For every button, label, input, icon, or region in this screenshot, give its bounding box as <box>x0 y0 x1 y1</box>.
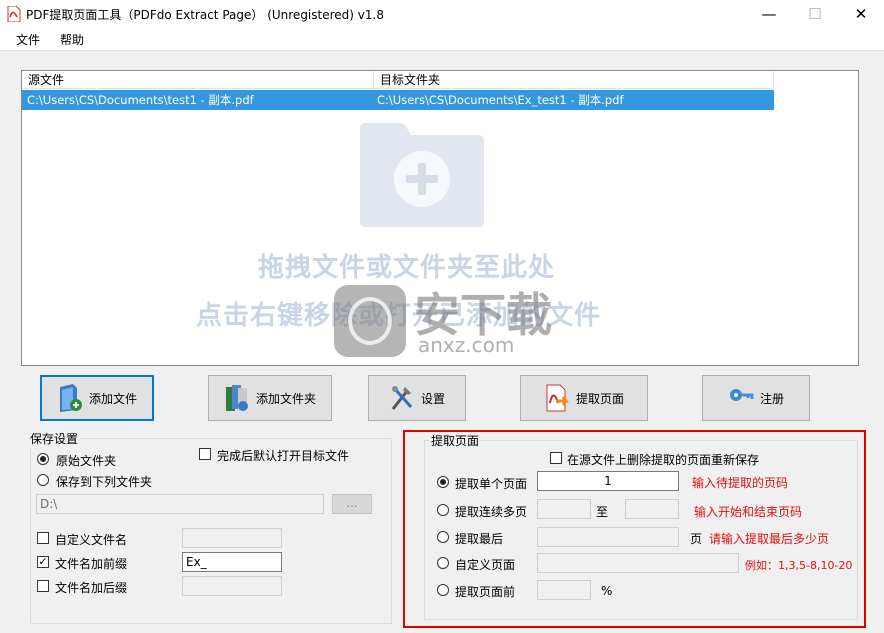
settings-button[interactable]: 设置 <box>368 375 466 421</box>
suffix-label: 文件名加后缀 <box>55 581 128 595</box>
add-folder-label: 添加文件夹 <box>255 391 316 406</box>
prefix-input[interactable]: Ex_ <box>182 552 282 572</box>
pdf-app-icon <box>7 6 21 22</box>
add-folder-icon <box>225 385 248 411</box>
extract-label: 提取页面 <box>575 391 624 406</box>
open-after-label: 完成后默认打开目标文件 <box>217 449 350 463</box>
register-label: 注册 <box>759 391 784 406</box>
original-folder-radio[interactable] <box>37 453 49 465</box>
watermark-shield-icon <box>334 285 406 357</box>
save-to-folder-label: 保存到下列文件夹 <box>56 475 153 489</box>
menu-file[interactable]: 文件 <box>13 31 43 48</box>
folder-path-input[interactable]: D:\ <box>36 494 324 514</box>
minimize-button[interactable]: — <box>746 0 792 28</box>
row-source-cell: C:\Users\CS\Documents\test1 - 副本.pdf <box>27 93 254 107</box>
key-icon <box>729 389 754 401</box>
menu-bar: 文件 帮助 <box>0 28 884 51</box>
custom-name-input[interactable] <box>182 528 282 548</box>
add-file-label: 添加文件 <box>88 391 137 406</box>
register-button[interactable]: 注册 <box>702 375 810 421</box>
prefix-checkbox[interactable]: ✓ <box>37 556 49 568</box>
custom-name-checkbox[interactable] <box>37 532 49 544</box>
column-header-target[interactable]: 目标文件夹 <box>374 71 774 89</box>
window-title: PDF提取页面工具（PDFdo Extract Page） (Unregiste… <box>26 8 384 22</box>
watermark-sub: anxz.com <box>418 333 515 357</box>
browse-button[interactable]: ... <box>332 494 372 514</box>
custom-name-label: 自定义文件名 <box>55 533 128 547</box>
open-after-checkbox[interactable] <box>199 448 211 460</box>
prefix-label: 文件名加前缀 <box>55 557 128 571</box>
row-target-cell: C:\Users\CS\Documents\Ex_test1 - 副本.pdf <box>377 93 624 107</box>
close-button[interactable]: ✕ <box>838 0 884 28</box>
extract-button[interactable]: 提取页面 <box>520 375 648 421</box>
menu-help[interactable]: 帮助 <box>57 31 87 48</box>
highlight-frame <box>403 430 866 628</box>
add-folder-button[interactable]: 添加文件夹 <box>208 375 332 421</box>
add-folder-icon <box>360 123 484 227</box>
suffix-input[interactable] <box>182 576 282 596</box>
save-settings-title: 保存设置 <box>28 430 81 447</box>
file-list[interactable]: 源文件 目标文件夹 C:\Users\CS\Documents\test1 - … <box>21 70 859 366</box>
column-header-source[interactable]: 源文件 <box>22 71 374 89</box>
title-bar: PDF提取页面工具（PDFdo Extract Page） (Unregiste… <box>0 0 884 28</box>
add-file-button[interactable]: 添加文件 <box>40 375 154 421</box>
maximize-button[interactable]: ☐ <box>792 0 838 28</box>
pdf-extract-icon <box>546 384 569 412</box>
tools-icon <box>391 386 413 410</box>
original-folder-label: 原始文件夹 <box>56 454 117 468</box>
table-row[interactable]: C:\Users\CS\Documents\test1 - 副本.pdf C:\… <box>22 90 774 110</box>
add-file-icon <box>59 384 82 412</box>
suffix-checkbox[interactable] <box>37 580 49 592</box>
settings-label: 设置 <box>420 391 445 406</box>
save-to-folder-radio[interactable] <box>37 474 49 486</box>
